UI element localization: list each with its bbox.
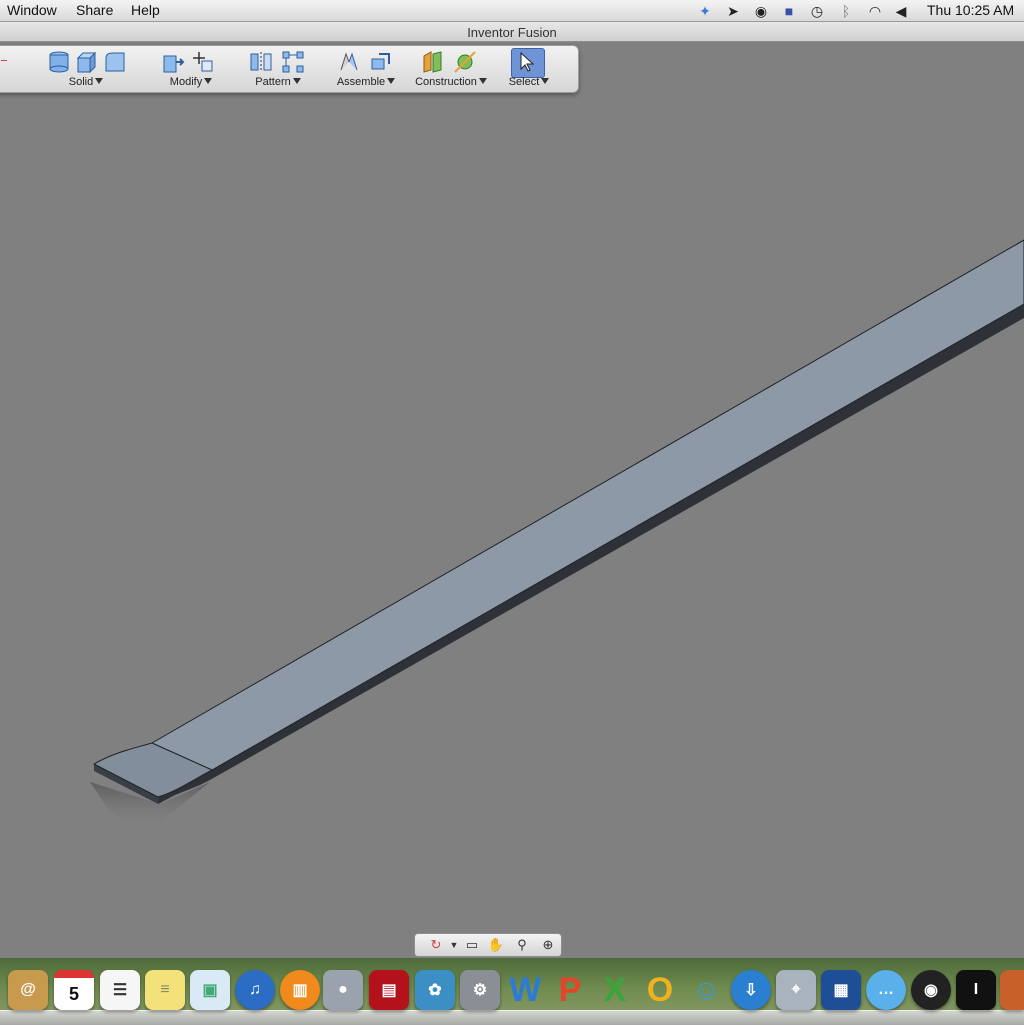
toolbar-group-solid[interactable]: Solid (43, 46, 129, 92)
messages-icon[interactable]: … (866, 970, 906, 1010)
orbit-icon[interactable]: ↻ (427, 936, 445, 954)
model-viewport[interactable] (0, 92, 1024, 958)
toolbar-label-assemble: Assemble (325, 76, 407, 88)
remote-desktop-icon[interactable]: ▦ (821, 970, 861, 1010)
camera-icon[interactable]: ◉ (911, 970, 951, 1010)
network-icon[interactable]: ⌖ (776, 970, 816, 1010)
constrain-icon[interactable] (337, 50, 361, 74)
mirror-icon[interactable] (249, 50, 273, 74)
menu-bar: Window Share Help ✦ ➤ ◉ ■ ◷ ᛒ ◠ ◀ Thu 10… (0, 0, 1024, 22)
pointer-icon[interactable] (515, 50, 539, 74)
window-title: Inventor Fusion (467, 25, 557, 40)
toolbar-label-solid: Solid (43, 76, 129, 88)
address-book-icon[interactable]: @ (8, 970, 48, 1010)
zoom-window-icon[interactable]: ⊕ (539, 936, 557, 954)
toolbar-group-assemble[interactable]: Assemble (325, 46, 407, 92)
app-icon[interactable]: ■ (780, 2, 798, 20)
menu-window[interactable]: Window (7, 2, 57, 18)
word-icon[interactable]: W (505, 970, 545, 1010)
dock-shelf (0, 1010, 1024, 1025)
dropbox-icon[interactable]: ✦ (696, 2, 714, 20)
navigation-bar: ↻ ▼ ▭ ✋ ⚲ ⊕ (414, 933, 562, 957)
menu-share[interactable]: Share (76, 2, 113, 18)
plane-icon[interactable] (421, 50, 445, 74)
facetime-icon[interactable]: ● (323, 970, 363, 1010)
main-toolbar: Solid Modify Pattern Assemble Constructi… (0, 45, 579, 93)
wifi-icon[interactable]: ◠ (866, 2, 884, 20)
stickies-icon[interactable]: ≡ (145, 970, 185, 1010)
app-icon[interactable] (1000, 970, 1024, 1010)
calendar-icon[interactable]: 5 (54, 970, 94, 1010)
toolbar-group-modify[interactable]: Modify (151, 46, 231, 92)
photo-booth-icon[interactable]: ▤ (369, 970, 409, 1010)
preview-icon[interactable]: ▣ (190, 970, 230, 1010)
toolbar-group-construction[interactable]: Construction (411, 46, 491, 92)
system-preferences-icon[interactable]: ⚙ (460, 970, 500, 1010)
zoom-icon[interactable]: ⚲ (513, 936, 531, 954)
press-pull-icon[interactable] (161, 50, 185, 74)
bluetooth-icon[interactable]: ᛒ (837, 2, 855, 20)
volume-icon[interactable]: ◀ (892, 2, 910, 20)
itunes-icon[interactable]: ♫ (235, 970, 275, 1010)
outlook-icon[interactable]: O (640, 970, 680, 1010)
toolbar-edge-marker (1, 60, 7, 61)
toolbar-label-modify: Modify (151, 76, 231, 88)
toolbar-group-pattern[interactable]: Pattern (241, 46, 315, 92)
excel-icon[interactable]: X (595, 970, 635, 1010)
look-at-icon[interactable]: ▭ (463, 936, 481, 954)
shield-icon[interactable]: ◉ (752, 2, 770, 20)
messenger-icon[interactable]: ☺ (686, 970, 726, 1010)
iphoto-icon[interactable]: ✿ (415, 970, 455, 1010)
fillet-icon[interactable] (103, 50, 127, 74)
extrude-icon[interactable] (75, 50, 99, 74)
dropdown-icon[interactable]: ▼ (445, 936, 463, 954)
cylinder-icon[interactable] (47, 50, 71, 74)
time-machine-icon[interactable]: ◷ (808, 2, 826, 20)
axis-icon[interactable] (453, 50, 477, 74)
toolbar-group-select[interactable]: Select (499, 46, 559, 92)
ibooks-icon[interactable]: ▥ (280, 970, 320, 1010)
move-icon[interactable] (191, 50, 215, 74)
downloader-icon[interactable]: ⇩ (731, 970, 771, 1010)
joint-icon[interactable] (369, 50, 393, 74)
window-title-bar: Inventor Fusion (0, 22, 1024, 42)
toolbar-label-pattern: Pattern (241, 76, 315, 88)
dock: @ 5 ☰ ≡ ▣ ♫ ▥ ● ▤ ✿ ⚙ W P X O ☺ ⇩ ⌖ ▦ … … (0, 958, 1024, 1025)
calendar-day: 5 (68, 983, 79, 1004)
pan-icon[interactable]: ✋ (487, 936, 505, 954)
powerpoint-icon[interactable]: P (550, 970, 590, 1010)
toolbar-label-select: Select (499, 76, 559, 88)
sync-icon[interactable]: ➤ (724, 2, 742, 20)
menu-help[interactable]: Help (131, 2, 160, 18)
inventor-icon[interactable]: I (956, 970, 996, 1010)
part-top-face[interactable] (150, 239, 1024, 771)
toolbar-label-construction: Construction (411, 76, 491, 88)
rectangular-pattern-icon[interactable] (281, 50, 305, 74)
menu-clock[interactable]: Thu 10:25 AM (927, 2, 1014, 18)
reminders-icon[interactable]: ☰ (100, 970, 140, 1010)
